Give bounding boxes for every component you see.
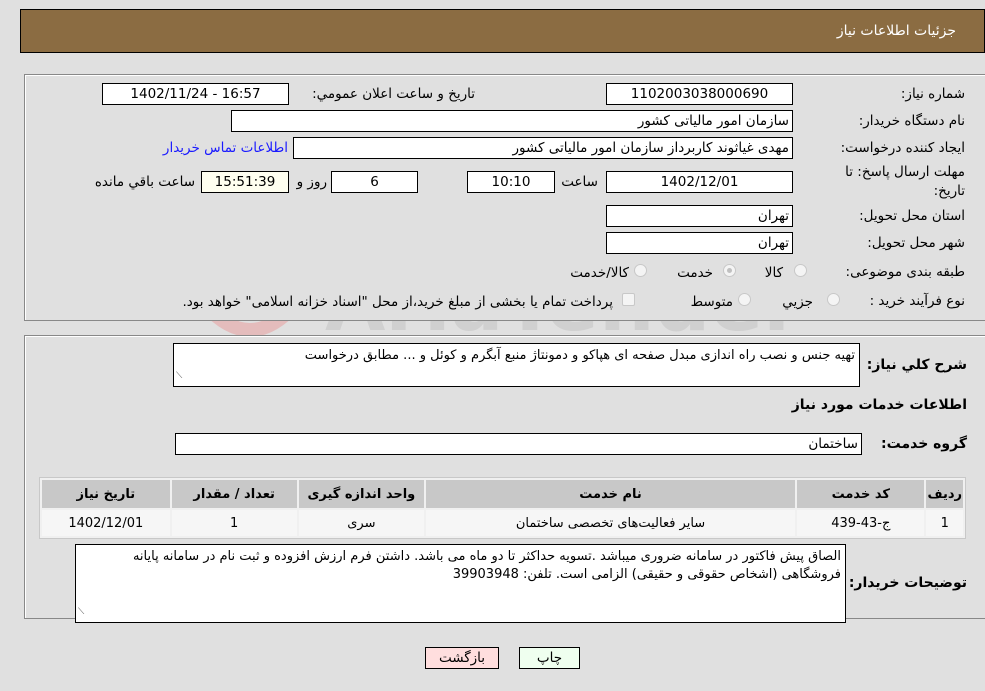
need-number-field[interactable]: 1102003038000690 (606, 83, 793, 105)
purchase-type-option-medium: متوسط (690, 294, 733, 310)
buyer-org-field[interactable]: سازمان امور مالیاتی کشور (231, 110, 793, 132)
city-label: شهر محل تحويل: (867, 235, 965, 251)
deadline-label-date: تاريخ: (933, 183, 965, 199)
services-table: رديف كد خدمت نام خدمت واحد اندازه گيری ت… (39, 477, 966, 539)
deadline-date-field[interactable]: 1402/12/01 (606, 171, 793, 193)
cell-need-date: 1402/12/01 (42, 510, 170, 536)
table-row: 1 ج-43-439 ساير فعاليت‌های تخصصی ساختمان… (42, 510, 963, 536)
category-radio-service[interactable] (723, 264, 736, 277)
summary-label: شرح كلي نياز: (866, 357, 967, 373)
category-option-goods: کالا (764, 265, 783, 281)
province-label: استان محل تحويل: (859, 208, 965, 224)
requester-field[interactable]: مهدی غیاثوند کاربرداز سازمان امور مالیات… (293, 137, 793, 159)
treasury-checkbox[interactable] (622, 293, 635, 306)
category-label: طبقه بندی موضوعی: (845, 264, 965, 280)
col-header-unit: واحد اندازه گيری (298, 480, 424, 508)
purchase-type-radio-minor[interactable] (827, 293, 840, 306)
buyer-contact-link[interactable]: اطلاعات تماس خريدار (163, 140, 288, 156)
buyer-notes-textarea[interactable]: الصاق پیش فاکتور در سامانه ضروری میباشد … (75, 544, 846, 623)
category-radio-goods[interactable] (794, 264, 807, 277)
requester-label: ايجاد كننده درخواست: (840, 140, 965, 156)
cell-row-number: 1 (926, 510, 963, 536)
deadline-time-label: ساعت (561, 174, 598, 190)
cell-unit: سری (298, 510, 424, 536)
col-header-service-code: كد خدمت (797, 480, 925, 508)
category-option-service: خدمت (677, 265, 713, 281)
purchase-type-option-minor: جزيي (782, 294, 813, 310)
buyer-org-label: نام دستگاه خريدار: (858, 113, 965, 129)
resize-grip-icon[interactable]: ⟋ (78, 603, 84, 621)
services-heading: اطلاعات خدمات مورد نياز (791, 397, 967, 413)
cell-service-code: ج-43-439 (797, 510, 925, 536)
col-header-row-number: رديف (926, 480, 963, 508)
announce-datetime-field[interactable]: 1402/11/24 - 16:57 (102, 83, 289, 105)
deadline-time-field[interactable]: 10:10 (467, 171, 555, 193)
resize-grip-icon[interactable]: ⟋ (176, 367, 182, 385)
buyer-notes-text: الصاق پیش فاکتور در سامانه ضروری میباشد … (132, 549, 841, 582)
treasury-note: پرداخت تمام يا بخشی از مبلغ خريد،از محل … (182, 294, 613, 310)
buyer-notes-label: توضيحات خريدار: (848, 575, 967, 591)
page-title: جزئیات اطلاعات نیاز (836, 23, 956, 39)
province-field[interactable]: تهران (606, 205, 793, 227)
city-field[interactable]: تهران (606, 232, 793, 254)
summary-textarea[interactable]: تهیه جنس و نصب راه اندازی مبدل صفحه ای ه… (173, 343, 860, 387)
need-number-label: شماره نیاز: (900, 86, 965, 102)
deadline-label: مهلت ارسال پاسخ: تا (845, 164, 965, 180)
purchase-type-radio-medium[interactable] (738, 293, 751, 306)
cell-service-name: ساير فعاليت‌های تخصصی ساختمان (425, 510, 796, 536)
announce-datetime-label: تاريخ و ساعت اعلان عمومي: (312, 86, 475, 102)
category-radio-goods-service[interactable] (634, 264, 647, 277)
back-button[interactable]: بازگشت (425, 647, 499, 669)
purchase-type-label: نوع فرآيند خريد : (869, 293, 965, 309)
cell-quantity: 1 (171, 510, 297, 536)
col-header-need-date: تاريخ نياز (42, 480, 170, 508)
category-option-goods-service: کالا/خدمت (570, 265, 629, 281)
days-label: روز و (296, 174, 327, 190)
page-header: جزئیات اطلاعات نیاز (20, 9, 985, 53)
table-header-row: رديف كد خدمت نام خدمت واحد اندازه گيری ت… (42, 480, 963, 508)
days-remaining-field[interactable]: 6 (331, 171, 418, 193)
time-remaining-field: 15:51:39 (201, 171, 289, 193)
service-group-label: گروه خدمت: (881, 436, 967, 452)
print-button[interactable]: چاپ (519, 647, 580, 669)
time-remaining-label: ساعت باقي مانده (94, 174, 195, 190)
service-group-field[interactable]: ساختمان (175, 433, 862, 455)
summary-text: تهیه جنس و نصب راه اندازی مبدل صفحه ای ه… (304, 348, 855, 363)
col-header-service-name: نام خدمت (425, 480, 796, 508)
col-header-quantity: تعداد / مقدار (171, 480, 297, 508)
